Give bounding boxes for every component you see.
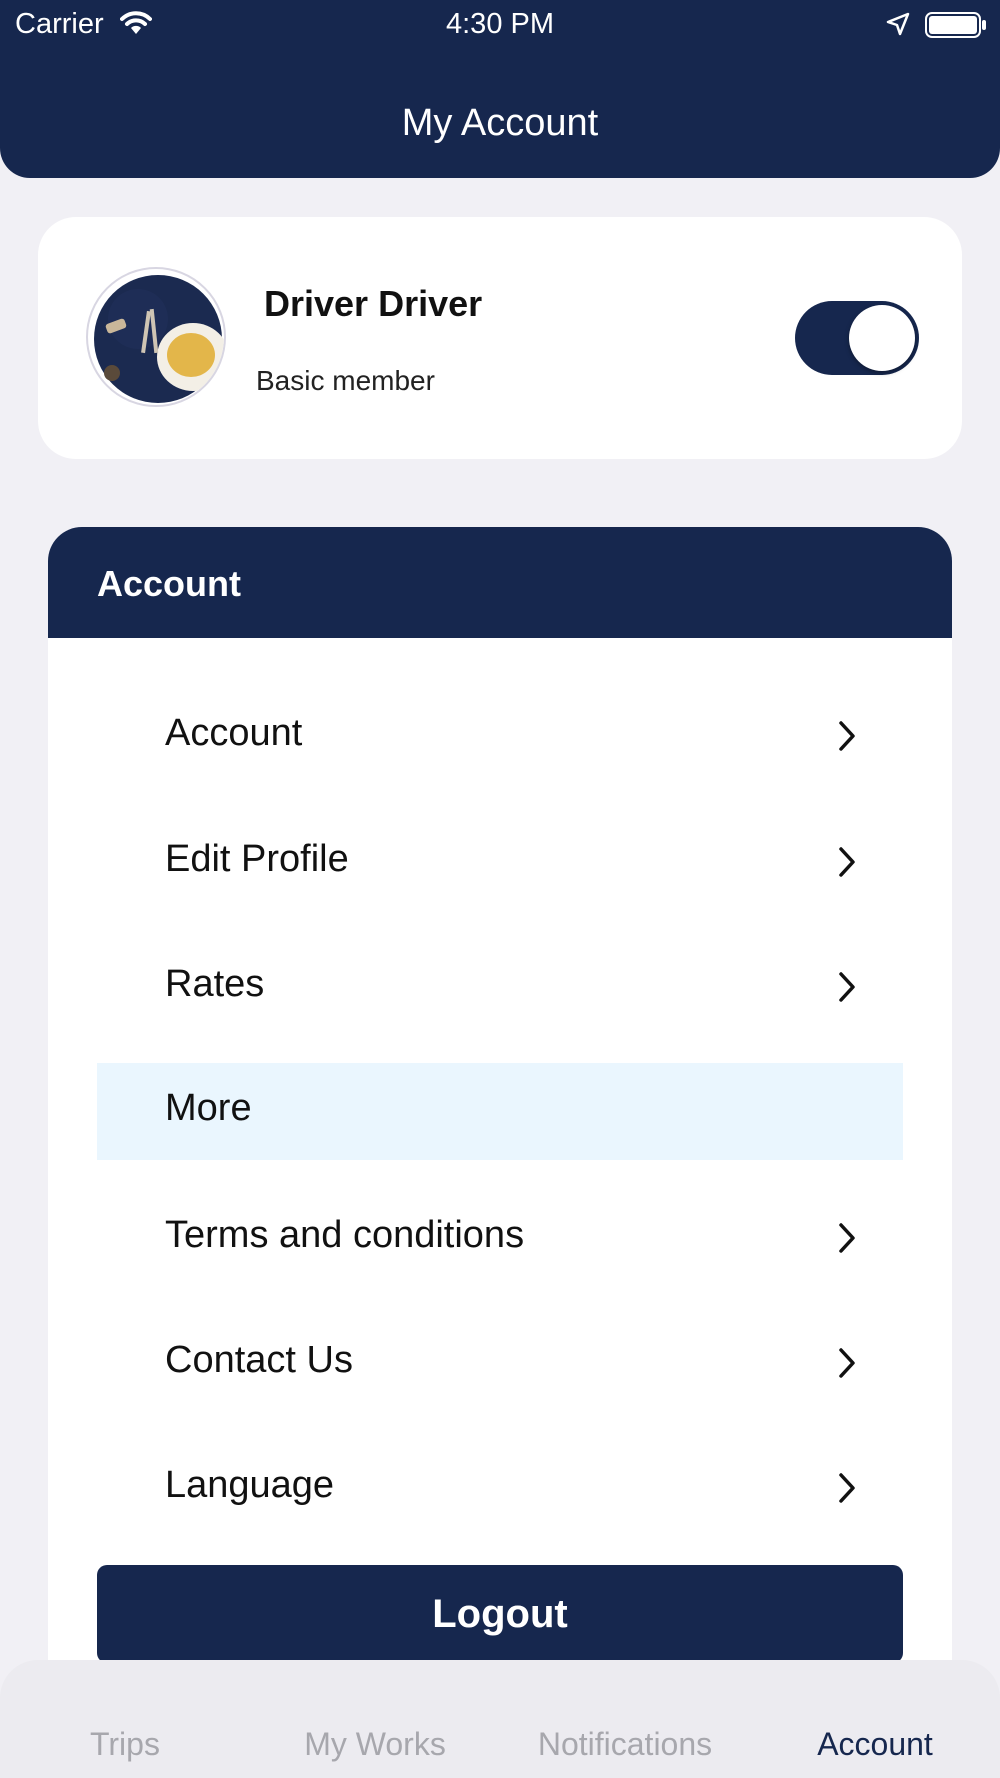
location-arrow-icon — [886, 12, 910, 41]
membership-label: Basic member — [256, 365, 435, 396]
clock: 4:30 PM — [446, 8, 554, 40]
chevron-right-icon — [837, 1472, 857, 1509]
tab-notifications[interactable]: Notifications — [500, 1726, 750, 1763]
menu-item-terms[interactable]: Terms and conditions — [97, 1190, 903, 1287]
chevron-right-icon — [837, 846, 857, 883]
account-section-header: Account — [48, 527, 952, 638]
menu-item-label: Contact Us — [165, 1339, 353, 1381]
toggle-knob — [849, 305, 915, 371]
tab-account[interactable]: Account — [750, 1726, 1000, 1763]
status-bar: Carrier 4:30 PM — [0, 0, 1000, 50]
menu-item-label: More — [165, 1087, 252, 1129]
menu-item-label: Account — [165, 712, 303, 754]
menu-item-account[interactable]: Account — [97, 688, 903, 785]
menu-item-more[interactable]: More — [97, 1063, 903, 1160]
page-title: My Account — [401, 102, 599, 144]
tab-my-works[interactable]: My Works — [250, 1726, 500, 1763]
chevron-right-icon — [837, 971, 857, 1008]
chevron-right-icon — [837, 720, 857, 757]
menu-item-label: Language — [165, 1464, 335, 1506]
profile-name: Driver Driver — [264, 283, 483, 324]
menu-item-contact-us[interactable]: Contact Us — [97, 1315, 903, 1412]
avatar[interactable] — [86, 267, 226, 407]
menu-item-label: Terms and conditions — [165, 1214, 525, 1256]
account-panel: Account Account Edit Profile Rates More … — [48, 527, 952, 1778]
app-header: Carrier 4:30 PM My Account — [0, 0, 1000, 178]
menu-item-label: Edit Profile — [165, 838, 349, 880]
menu-item-label: Rates — [165, 963, 265, 1005]
logout-button[interactable]: Logout — [97, 1565, 903, 1663]
menu-item-language[interactable]: Language — [97, 1440, 903, 1537]
availability-toggle[interactable] — [795, 301, 919, 375]
chevron-right-icon — [837, 1347, 857, 1384]
chevron-right-icon — [837, 1222, 857, 1259]
tab-bar: Trips My Works Notifications Account — [0, 1660, 1000, 1778]
profile-card: Driver Driver Basic member — [38, 217, 962, 459]
tab-trips[interactable]: Trips — [0, 1726, 250, 1763]
account-section-title: Account — [97, 563, 241, 604]
menu-item-rates[interactable]: Rates — [97, 939, 903, 1036]
menu-item-edit-profile[interactable]: Edit Profile — [97, 814, 903, 911]
battery-icon — [925, 12, 987, 43]
